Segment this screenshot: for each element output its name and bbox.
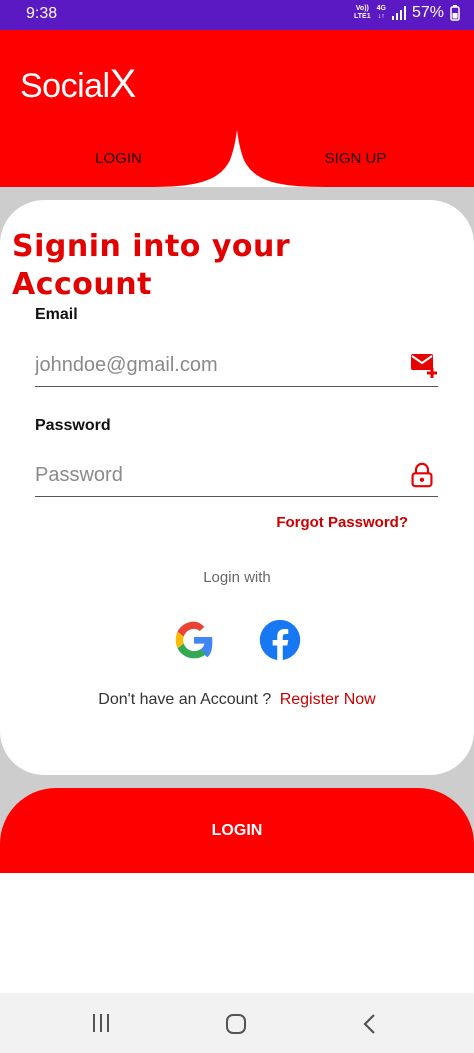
register-row: Don't have an Account ? Register Now — [0, 691, 474, 709]
password-field-container — [35, 452, 438, 497]
lock-icon — [411, 462, 433, 488]
status-indicators: Vo)) LTE1 4G ↓↑ 57% — [354, 4, 460, 22]
tab-login[interactable]: LOGIN — [0, 130, 237, 187]
email-field[interactable] — [35, 350, 395, 380]
data-indicator: 4G ↓↑ — [376, 5, 386, 20]
register-now-link[interactable]: Register Now — [280, 691, 376, 708]
app-header: SocialX LOGIN SIGN UP — [0, 30, 474, 187]
email-label: Email — [35, 306, 78, 323]
login-with-label: Login with — [203, 569, 271, 586]
password-field[interactable] — [35, 460, 395, 490]
forgot-password-link[interactable]: Forgot Password? — [276, 514, 408, 531]
battery-icon — [450, 5, 460, 21]
navigation-bar — [0, 993, 474, 1053]
google-icon[interactable] — [172, 618, 216, 662]
register-prompt: Don't have an Account ? — [98, 691, 272, 708]
status-time: 9:38 — [26, 5, 58, 22]
battery-percent: 57% — [411, 4, 444, 21]
login-card: Signin into your Account Email Password … — [0, 200, 474, 775]
signal-icon — [391, 6, 406, 20]
status-bar: 9:38 Vo)) LTE1 4G ↓↑ 57% — [0, 0, 474, 30]
auth-tabs: LOGIN SIGN UP — [0, 130, 474, 187]
password-label: Password — [35, 417, 111, 434]
login-button[interactable]: LOGIN — [0, 788, 474, 873]
page-title: Signin into your Account — [12, 229, 291, 302]
back-icon[interactable] — [358, 1010, 382, 1038]
volte-indicator: Vo)) LTE1 — [354, 5, 371, 20]
mail-add-icon — [411, 354, 437, 378]
email-field-container — [35, 342, 438, 387]
app-title: SocialX — [20, 62, 136, 106]
facebook-icon[interactable] — [258, 618, 302, 662]
tab-signup[interactable]: SIGN UP — [237, 130, 474, 187]
recent-apps-icon[interactable] — [88, 1011, 114, 1035]
home-icon[interactable] — [222, 1010, 250, 1038]
